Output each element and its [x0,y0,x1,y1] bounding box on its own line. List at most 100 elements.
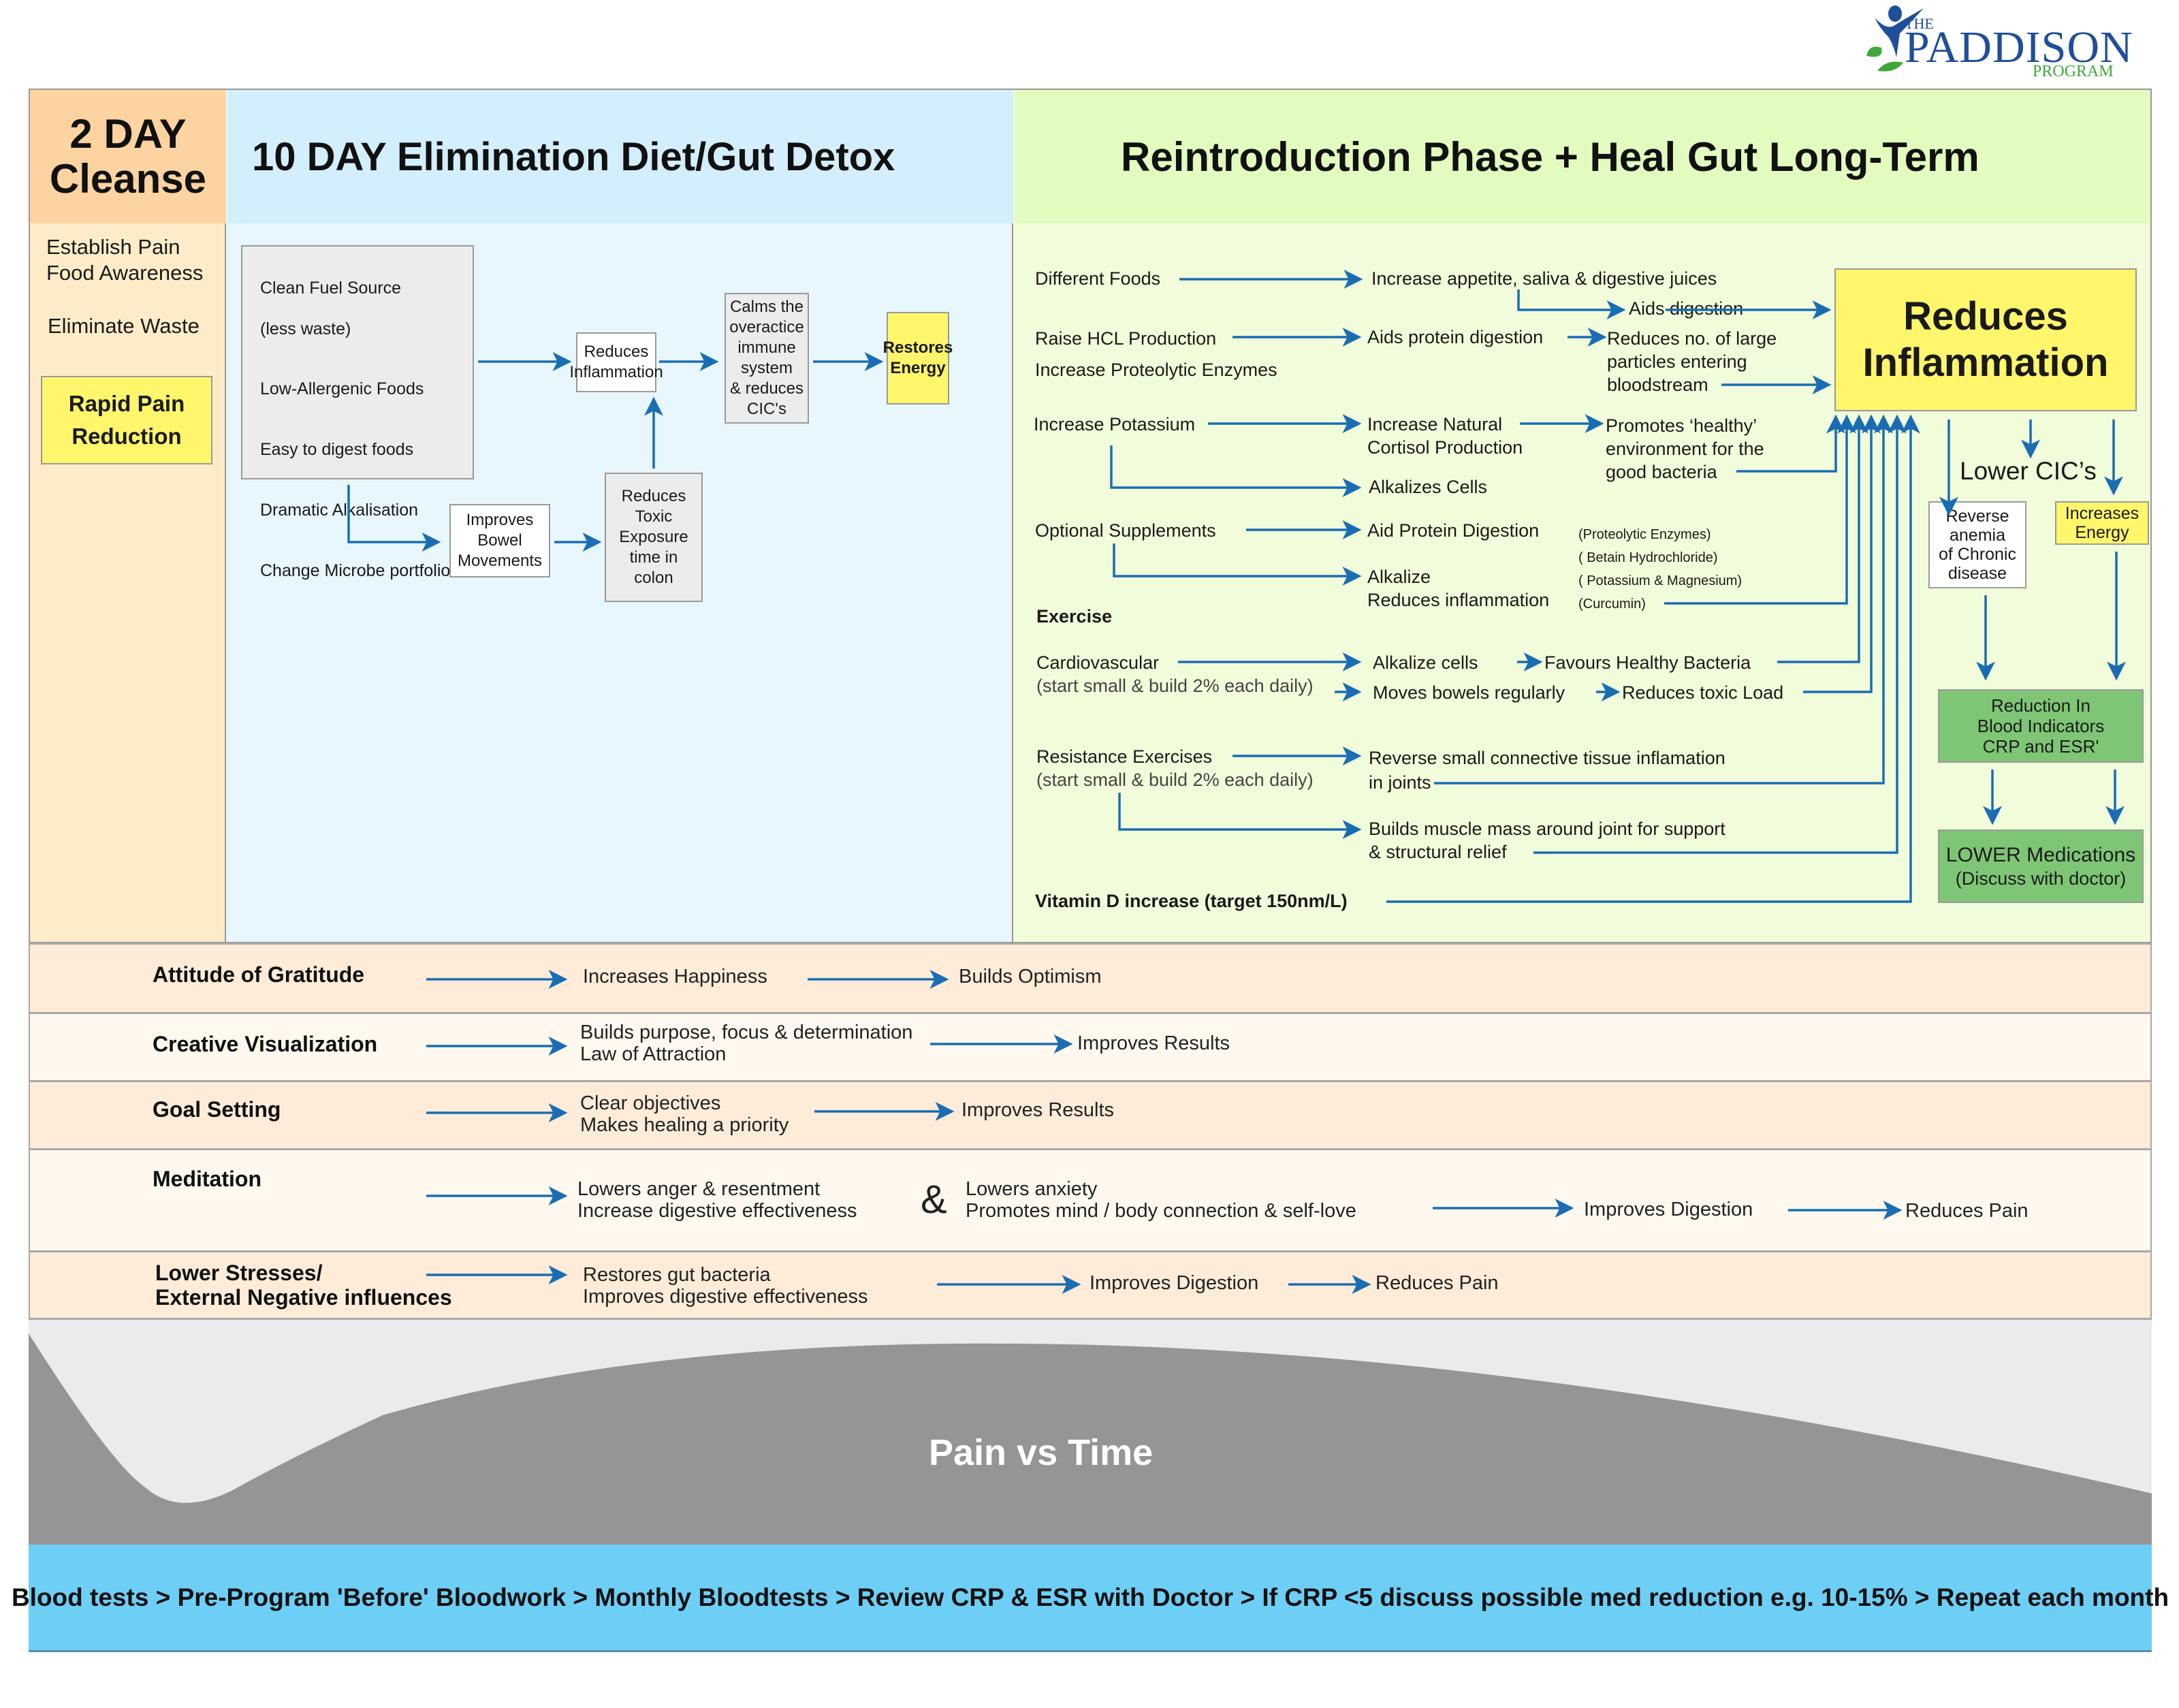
increase-cortisol-2: Cortisol Production [1367,437,1523,458]
resistance-exercises: Resistance Exercises [1036,746,1213,767]
reduces-particles-3: bloodstream [1607,375,1708,395]
cleanse-title-line1: 2 DAY [69,111,187,157]
raise-hcl: Raise HCL Production [1035,328,1217,349]
visualization-step-1: Builds purpose, focus & determination [580,1022,913,1043]
meditation-step-3: Lowers anxiety [966,1178,1098,1200]
visualization-step-2: Law of Attraction [580,1043,727,1065]
meditation-step-4: Promotes mind / body connection & self-l… [966,1200,1356,1222]
bloodtest-footer: Blood tests > Pre-Program 'Before' Blood… [12,1545,2169,1652]
goal-step-3: Improves Results [961,1099,1115,1121]
cleanse-header: 2 DAY Cleanse [30,90,226,223]
lower-stresses-label-1: Lower Stresses/ [155,1261,323,1285]
reduces-toxic-load: Reduces toxic Load [1622,682,1784,703]
cleanse-item-eliminate: Eliminate Waste [48,314,200,338]
aid-protein-digestion: Aid Protein Digestion [1367,520,1540,541]
increase-enzymes: Increase Proteolytic Enzymes [1035,360,1277,380]
builds-muscle-1: Builds muscle mass around joint for supp… [1369,819,1725,839]
reverse-tissue-2: in joints [1369,772,1431,793]
restores-energy-box: Restores Energy [883,312,953,405]
visualization-label: Creative Visualization [153,1032,378,1056]
detox-title: 10 DAY Elimination Diet/Gut Detox [252,134,895,179]
optional-supplements: Optional Supplements [1035,520,1216,541]
source-easy-digest: Easy to digest foods [260,440,414,459]
reduces-particles-1: Reduces no. of large [1607,328,1777,349]
reduces-particles-2: particles entering [1607,351,1747,372]
favours-bacteria: Favours Healthy Bacteria [1544,652,1751,673]
reintro-title: Reintroduction Phase + Heal Gut Long-Ter… [1121,133,1979,180]
lower-medications-label: LOWER Medications [1945,844,2136,866]
cardio-note: (start small & build 2% each daily) [1036,676,1314,696]
calms-immune-box: Calms the overactice immune system & red… [725,293,809,424]
detox-reduces-inflammation-box: Reduces Inflammation [569,332,663,392]
moves-bowels: Moves bowels regularly [1373,682,1565,703]
aids-digestion: Aids digestion [1629,298,1744,319]
aids-protein: Aids protein digestion [1367,327,1544,347]
gratitude-label: Attitude of Gratitude [153,962,365,987]
alkalize-cells: Alkalize cells [1373,652,1478,673]
cleanse-item-awareness-2: Food Awareness [46,261,204,285]
reduction-blood-box: Reduction In Blood Indicators CRP and ES… [1938,689,2144,763]
vitamin-d: Vitamin D increase (target 150nm/L) [1035,891,1348,911]
goal-step-1: Clear objectives [580,1092,721,1114]
improves-bowel-box: Improves Bowel Movements [449,504,550,578]
stresses-step-2: Improves digestive effectiveness [583,1286,868,1308]
meditation-step-6: Reduces Pain [1905,1200,2029,1222]
alkalize: Alkalize [1367,567,1431,587]
goal-step-2: Makes healing a priority [580,1114,789,1136]
supp-note-curcumin: (Curcumin) [1578,597,1646,612]
stresses-step-1: Restores gut bacteria [583,1264,771,1286]
supp-note-betain: ( Betain Hydrochloride) [1578,550,1718,565]
reduces-toxic-box: Reduces Toxic Exposure time in colon [605,473,703,602]
rapid-pain-reduction-box: Rapid Pain Reduction [41,376,212,464]
source-clean-fuel: Clean Fuel Source [260,279,402,298]
supp-note-potassium: ( Potassium & Magnesium) [1578,573,1743,588]
reverse-anemia-box: Reverse anemia of Chronic disease [1928,501,2026,588]
gratitude-step-2: Builds Optimism [959,966,1102,987]
lower-cics: Lower CIC’s [1960,457,2097,485]
reintro-header: Reintroduction Phase + Heal Gut Long-Ter… [1015,90,2150,223]
alkalizes-cells: Alkalizes Cells [1369,477,1488,497]
promotes-healthy-2: environment for the [1606,439,1764,459]
different-foods: Different Foods [1035,268,1161,289]
resistance-note: (start small & build 2% each daily) [1036,770,1314,790]
goal-setting-label: Goal Setting [153,1097,281,1122]
cardiovascular: Cardiovascular [1036,652,1160,673]
meditation-step-5: Improves Digestion [1584,1199,1753,1220]
source-alkalisation: Dramatic Alkalisation [260,501,419,520]
lower-medications-box: LOWER Medications (Discuss with doctor) [1938,829,2144,903]
discuss-doctor-label: (Discuss with doctor) [1955,868,2127,889]
increase-cortisol-1: Increase Natural [1367,414,1503,434]
logo-program: PROGRAM [2033,63,2114,80]
source-microbe: Change Microbe portfolio [260,561,451,580]
bands-left-border [29,943,30,1320]
reduces-inflammation-main-box: Reduces Inflammation [1834,268,2137,411]
stresses-step-4: Reduces Pain [1375,1272,1499,1294]
cleanse-item-awareness-1: Establish Pain [46,235,180,259]
bloodtest-footer-text: Blood tests > Pre-Program 'Before' Blood… [11,1583,2169,1611]
meditation-step-1: Lowers anger & resentment [577,1178,821,1200]
logo: THE PADDISON PROGRAM [1862,3,2135,81]
detox-sources-box: Clean Fuel Source (less waste) Low-Aller… [241,245,474,580]
bands-right-border [2150,943,2152,1320]
reverse-tissue-1: Reverse small connective tissue inflamat… [1369,748,1725,768]
increase-potassium: Increase Potassium [1034,414,1196,434]
detox-header: 10 DAY Elimination Diet/Gut Detox [227,90,1013,223]
pain-chart-title: Pain vs Time [929,1432,1154,1473]
increases-energy-box: Increases Energy [2055,501,2149,545]
stresses-step-3: Improves Digestion [1090,1272,1259,1294]
exercise-heading: Exercise [1036,606,1113,627]
builds-muscle-2: & structural relief [1369,842,1507,862]
source-low-allergenic: Low-Allergenic Foods [260,379,424,398]
meditation-ampersand: & [921,1177,947,1222]
promotes-healthy-1: Promotes ‘healthy’ [1606,415,1757,436]
gratitude-step-1: Increases Happiness [583,966,767,987]
promotes-healthy-3: good bacteria [1606,462,1717,482]
reduces-inflammation-small: Reduces inflammation [1367,590,1550,610]
supp-note-proteolytic: (Proteolytic Enzymes) [1578,527,1711,542]
source-less-waste: (less waste) [260,319,351,338]
lower-stresses-label-2: External Negative influences [155,1285,452,1310]
increase-appetite: Increase appetite, saliva & digestive ju… [1371,268,1717,289]
cleanse-title-line2: Cleanse [49,156,207,202]
meditation-label: Meditation [153,1167,261,1191]
meditation-step-2: Increase digestive effectiveness [577,1200,857,1222]
